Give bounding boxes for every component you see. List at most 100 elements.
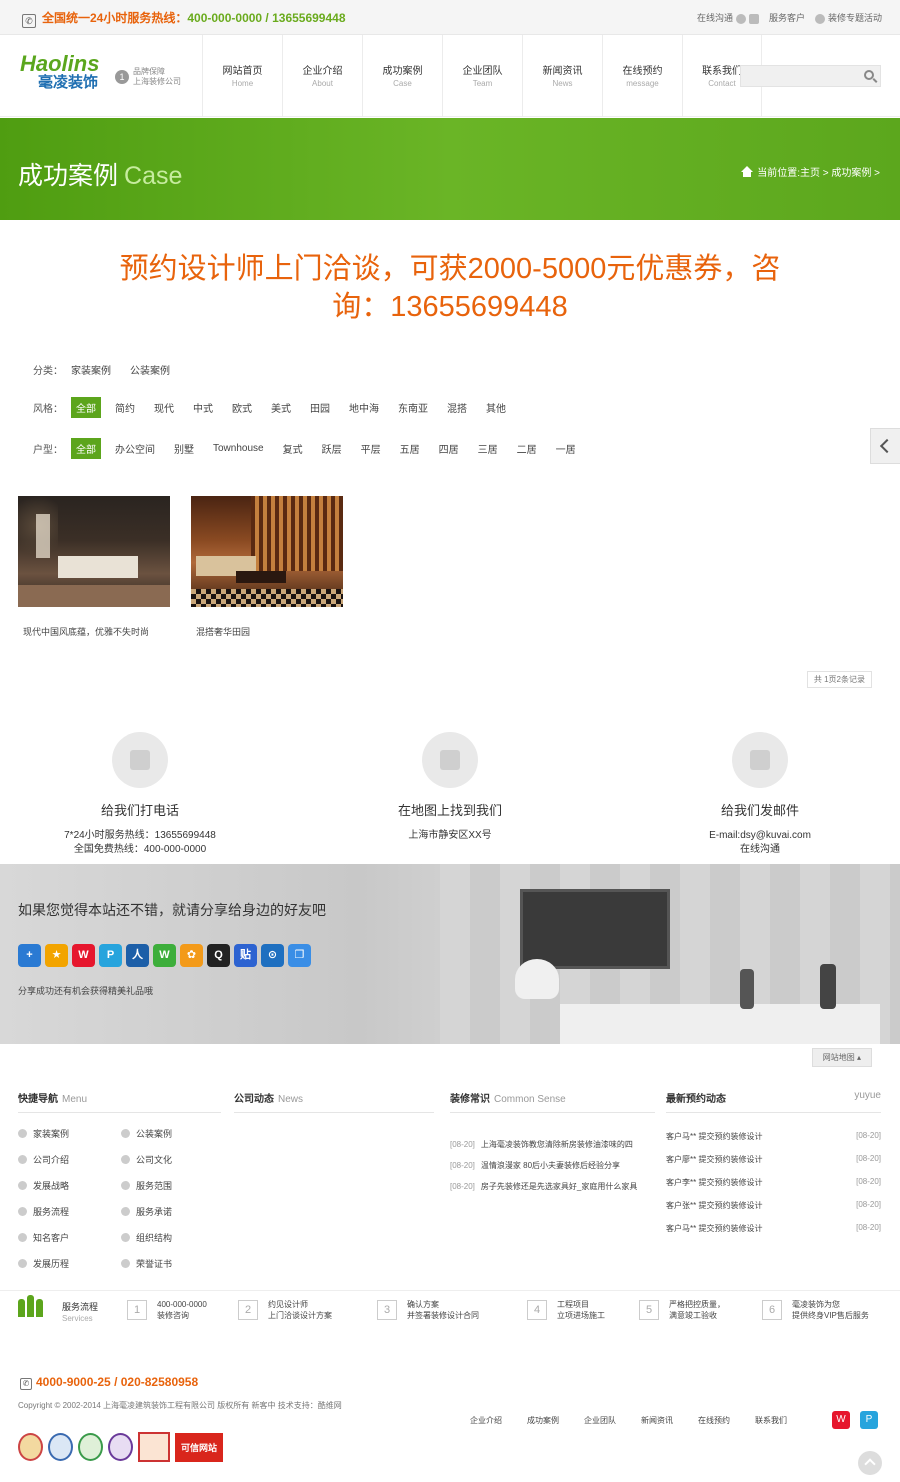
filter-style-option[interactable]: 混搭	[442, 397, 472, 418]
list-item[interactable]: [08-20] 房子先装修还是先选家具好_家庭用什么家具	[450, 1181, 655, 1192]
filter-type-all[interactable]: 全部	[71, 438, 101, 459]
filter-style-option[interactable]: 欧式	[227, 397, 257, 418]
nav-about[interactable]: 企业介绍 About	[282, 35, 362, 117]
filter-style-option[interactable]: 地中海	[344, 397, 384, 418]
trust-badge-icon[interactable]	[78, 1433, 103, 1461]
filter-type-option[interactable]: 四居	[434, 438, 464, 459]
footer-menu-item[interactable]: 发展历程	[18, 1257, 121, 1270]
footer-menu-item[interactable]: 公司文化	[121, 1153, 221, 1166]
filter-type-option[interactable]: 办公空间	[110, 438, 160, 459]
filter-type-option[interactable]: 二居	[512, 438, 542, 459]
contact-detail: 7*24小时服务热线：13655699448 全国免费热线：400-000-000…	[64, 830, 216, 855]
copy-icon[interactable]: ❐	[288, 944, 311, 967]
filter-style-option[interactable]: 现代	[149, 397, 179, 418]
footer-menu-item[interactable]: 服务范围	[121, 1179, 221, 1192]
search-input[interactable]	[741, 66, 856, 86]
filter-type-option[interactable]: 跃层	[317, 438, 347, 459]
tencent-weibo-icon[interactable]: P	[860, 1411, 878, 1429]
list-item: 客户张** 提交预约装修设计 [08-20]	[666, 1200, 881, 1210]
topic-activity-link[interactable]: 装修专题活动	[814, 11, 882, 24]
online-chat-link[interactable]: 在线沟通	[740, 844, 780, 855]
footer-menu-item[interactable]: 公司介绍	[18, 1153, 121, 1166]
footer-phone: ✆ 4000-9000-25 / 020-82580958	[20, 1375, 198, 1390]
filter-type-option[interactable]: Townhouse	[208, 440, 269, 457]
more-share-icon[interactable]: +	[18, 944, 41, 967]
filter-style-option[interactable]: 美式	[266, 397, 296, 418]
tencent-weibo-icon[interactable]: P	[99, 944, 122, 967]
footer-menu-item[interactable]: 组织结构	[121, 1231, 221, 1244]
weibo-icon[interactable]: W	[832, 1411, 850, 1429]
filter-style-option[interactable]: 其他	[481, 397, 511, 418]
list-item[interactable]: [08-20] 温情浪漫家 80后小夫妻装修后经验分享	[450, 1160, 655, 1171]
bullet-icon	[18, 1181, 27, 1190]
shield-badge-icon[interactable]	[108, 1433, 133, 1461]
footer-menu-item[interactable]: 服务承诺	[121, 1205, 221, 1218]
search-icon[interactable]	[864, 70, 874, 80]
filter-type-option[interactable]: 一居	[551, 438, 581, 459]
tv-image	[520, 889, 670, 969]
hotline-label: 全国统一24小时服务热线：	[42, 11, 188, 25]
filter-style-option[interactable]: 东南亚	[393, 397, 433, 418]
filter-type-option[interactable]: 别墅	[169, 438, 199, 459]
footer-link[interactable]: 在线预约	[698, 1415, 730, 1426]
weibo-icon[interactable]: W	[72, 944, 95, 967]
filter-style-option[interactable]: 中式	[188, 397, 218, 418]
side-collapse-tab[interactable]	[870, 428, 900, 464]
filter-type-option[interactable]: 五居	[395, 438, 425, 459]
filter-category-home[interactable]: 家装案例	[71, 359, 116, 380]
nav-case[interactable]: 成功案例 Case	[362, 35, 442, 117]
qq-icon[interactable]: Q	[207, 944, 230, 967]
list-item: 客户李** 提交预约装修设计 [08-20]	[666, 1177, 881, 1187]
footer-menu-item[interactable]: 发展战略	[18, 1179, 121, 1192]
footer-menu-item[interactable]: 服务流程	[18, 1205, 121, 1218]
promo-text: 预约设计师上门洽谈，可获2000-5000元优惠券，咨 询：1365569944…	[0, 250, 900, 326]
footer-link[interactable]: 成功案例	[527, 1415, 559, 1426]
list-item[interactable]: [08-20] 上海毫凌装饰教您清除新房装修油漆味的四	[450, 1139, 655, 1150]
logo[interactable]: Haolins 毫凌装饰	[20, 53, 99, 91]
filter-type-option[interactable]: 复式	[278, 438, 308, 459]
filter-style-option[interactable]: 田园	[305, 397, 335, 418]
sitemap-toggle[interactable]: 网站地图 ▴	[811, 1048, 872, 1067]
case-caption[interactable]: 现代中国风底蕴，优雅不失时尚	[18, 625, 170, 638]
footer-yuyue: 最新预约动态 yuyue 客户马** 提交预约装修设计 [08-20] 客户廖** …	[666, 1090, 881, 1246]
footer-link[interactable]: 企业介绍	[470, 1415, 502, 1426]
case-thumbnail[interactable]	[18, 496, 170, 607]
pengyou-icon[interactable]: ✿	[180, 944, 203, 967]
filter-category-public[interactable]: 公装案例	[125, 359, 175, 380]
filter-style-option[interactable]: 简约	[110, 397, 140, 418]
nav-news[interactable]: 新闻资讯 News	[522, 35, 602, 117]
badge-line1: 品牌保障	[133, 67, 165, 76]
security-badge-icon[interactable]	[48, 1433, 73, 1461]
qzone-icon[interactable]: ★	[45, 944, 68, 967]
footer-link[interactable]: 新闻资讯	[641, 1415, 673, 1426]
footer-menu-item[interactable]: 公装案例	[121, 1127, 221, 1140]
police-badge-icon[interactable]	[18, 1433, 43, 1461]
back-to-top-button[interactable]	[858, 1451, 882, 1475]
online-chat-link[interactable]: 在线沟通	[697, 11, 759, 24]
case-card[interactable]: 混搭奢华田园	[191, 496, 343, 638]
filter-style-all[interactable]: 全部	[71, 397, 101, 418]
footer-menu-item[interactable]: 家装案例	[18, 1127, 121, 1140]
nav-message[interactable]: 在线预约 message	[602, 35, 682, 117]
footer-menu-item[interactable]: 荣誉证书	[121, 1257, 221, 1270]
footer-menu-item[interactable]: 知名客户	[18, 1231, 121, 1244]
renren-icon[interactable]: 人	[126, 944, 149, 967]
case-thumbnail[interactable]	[191, 496, 343, 607]
breadcrumb[interactable]: 当前位置:主页 > 成功案例 >	[741, 164, 880, 179]
case-caption[interactable]: 混搭奢华田园	[191, 625, 343, 638]
filter-type-option[interactable]: 三居	[473, 438, 503, 459]
service-customer-link[interactable]: 服务客户	[769, 11, 805, 24]
filter-type-option[interactable]: 平层	[356, 438, 386, 459]
baidu-icon[interactable]: 贴	[234, 944, 257, 967]
footer-link[interactable]: 联系我们	[755, 1415, 787, 1426]
nav-home[interactable]: 网站首页 Home	[202, 35, 282, 117]
footer-link[interactable]: 企业团队	[584, 1415, 616, 1426]
style-filter: 风格： 全部 简约 现代 中式 欧式 美式 田园 地中海 东南亚 混搭 其他	[33, 397, 520, 418]
nav-team[interactable]: 企业团队 Team	[442, 35, 522, 117]
wechat-icon[interactable]: W	[153, 944, 176, 967]
kaixin-icon[interactable]: ⊙	[261, 944, 284, 967]
case-card[interactable]: 现代中国风底蕴，优雅不失时尚	[18, 496, 170, 638]
credit-logo-icon[interactable]	[138, 1432, 170, 1462]
people-icon	[18, 1295, 43, 1317]
credit-site-badge[interactable]: 可信网站	[175, 1432, 224, 1462]
